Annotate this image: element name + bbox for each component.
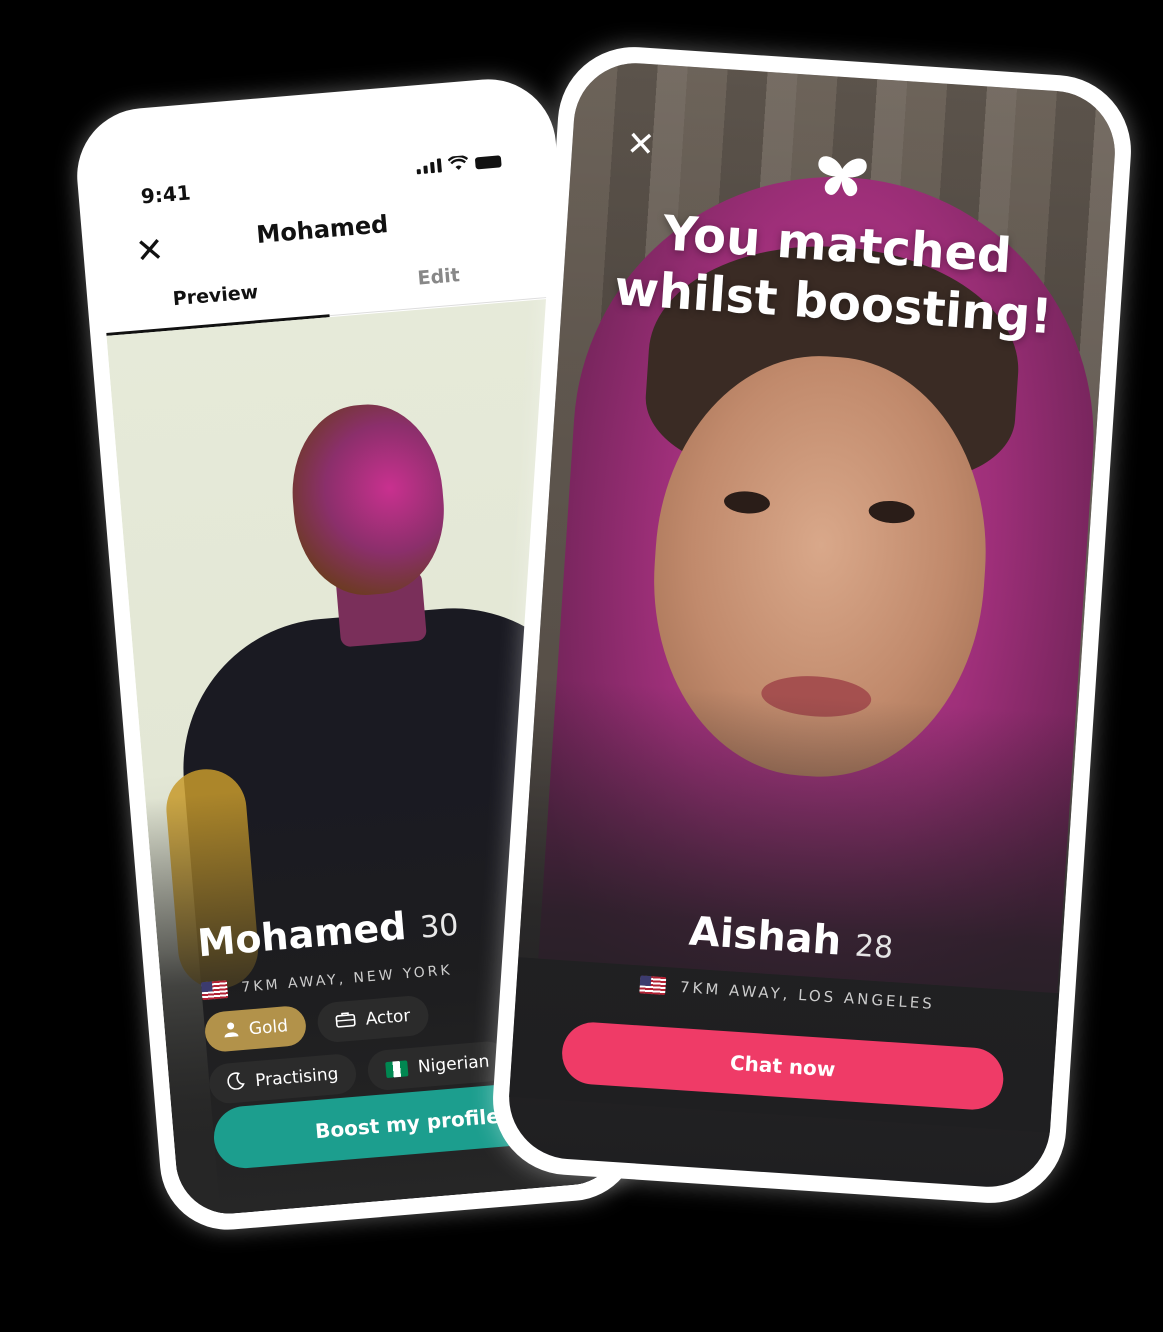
status-bar-time: 9:41 xyxy=(139,180,192,209)
photo-subject-head xyxy=(285,398,451,601)
tag-actor: Actor xyxy=(316,994,430,1044)
match-screen: ✕ You matched whilst boosting! Aishah 28 … xyxy=(505,59,1119,1191)
tab-preview[interactable]: Preview xyxy=(103,275,328,316)
wifi-icon xyxy=(447,155,469,170)
briefcase-icon xyxy=(335,1011,357,1033)
profile-age: 30 xyxy=(418,907,460,946)
person-icon xyxy=(222,1020,240,1041)
nigeria-flag-icon xyxy=(385,1060,409,1079)
status-bar-icons xyxy=(416,152,502,175)
butterfly-icon xyxy=(818,156,867,197)
us-flag-icon xyxy=(639,975,667,996)
app-screenshot-stage: 9:41 ✕ Mohamed Preview Edit Mohamed 30 7… xyxy=(0,0,1163,1332)
battery-icon xyxy=(474,155,502,170)
cellular-signal-icon xyxy=(416,158,442,175)
close-icon[interactable]: ✕ xyxy=(625,124,656,166)
tag-label: Nigerian xyxy=(417,1051,491,1078)
moon-icon xyxy=(227,1071,247,1094)
tag-gold: Gold xyxy=(203,1004,308,1054)
tag-label: Practising xyxy=(254,1064,340,1092)
tag-label: Gold xyxy=(248,1016,289,1040)
page-title: Mohamed xyxy=(255,210,390,249)
match-age: 28 xyxy=(853,928,895,967)
tag-label: Actor xyxy=(364,1005,412,1030)
us-flag-icon xyxy=(200,980,229,1001)
tab-edit[interactable]: Edit xyxy=(326,257,551,298)
match-phone: ✕ You matched whilst boosting! Aishah 28 … xyxy=(488,42,1136,1208)
